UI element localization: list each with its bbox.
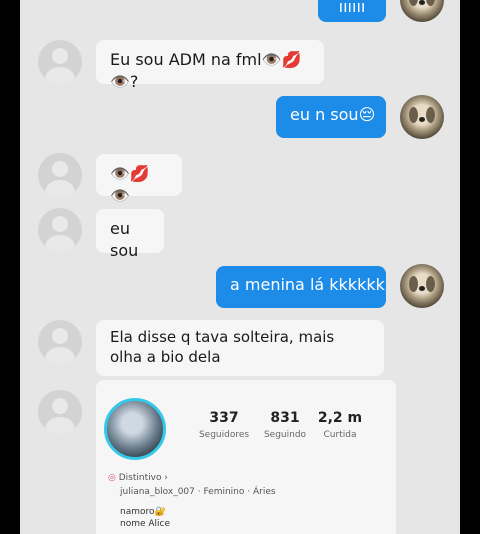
shared-image-profile[interactable]: 337 Seguidores 831 Seguindo 2,2 m Curtid…	[96, 380, 396, 534]
bio-line: nome Alice	[120, 519, 171, 529]
badge-link: ◎ Distintivo ›	[108, 473, 168, 483]
contact-avatar[interactable]	[38, 153, 82, 197]
bio-line: namoro🔐	[120, 507, 166, 517]
message-bubble-sent[interactable]: eu n sou😔	[276, 96, 386, 138]
profile-details: juliana_blox_007 · Feminino · Áries	[120, 487, 276, 497]
message-bubble-received[interactable]: 👁️💋👁️	[96, 154, 182, 205]
my-avatar[interactable]	[400, 264, 444, 308]
my-avatar[interactable]	[400, 0, 444, 22]
likes-stat: 2,2 m Curtida	[317, 410, 363, 440]
contact-avatar[interactable]	[38, 40, 82, 84]
profile-picture	[104, 398, 166, 460]
my-avatar[interactable]	[400, 95, 444, 139]
followers-stat: 337 Seguidores	[198, 410, 250, 440]
contact-avatar[interactable]	[38, 390, 82, 434]
chat-screen: ıııııı Eu sou ADM na fml👁️💋👁️? eu n sou😔…	[20, 0, 460, 534]
message-bubble-received[interactable]: Eu sou ADM na fml👁️💋👁️?	[96, 40, 324, 91]
message-bubble-received[interactable]: eu sou	[96, 209, 164, 260]
contact-avatar[interactable]	[38, 320, 82, 364]
message-bubble-sent[interactable]: ıııııı	[318, 0, 386, 22]
badge-icon: ◎	[108, 473, 116, 483]
message-bubble-sent[interactable]: a menina lá kkkkkk	[216, 266, 386, 308]
message-bubble-received[interactable]: Ela disse q tava solteira, mais olha a b…	[96, 320, 384, 376]
contact-avatar[interactable]	[38, 208, 82, 252]
